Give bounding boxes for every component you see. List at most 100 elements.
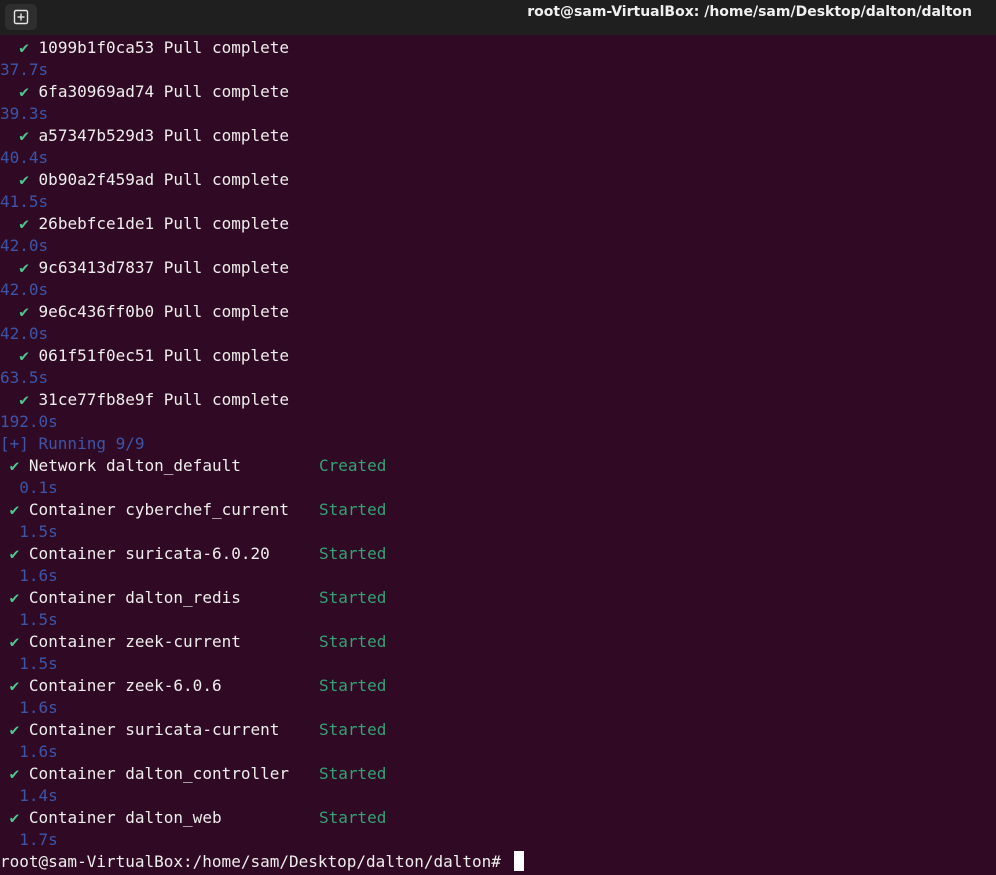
pull-duration: 192.0s	[0, 412, 58, 431]
running-status: [+] Running 9/9	[0, 434, 145, 453]
pull-status: Pull complete	[163, 214, 290, 233]
check-icon: ✔	[9, 544, 20, 563]
resource-status: Started	[319, 808, 387, 827]
resource-timing-line: 1.7s	[0, 829, 996, 851]
check-icon: ✔	[19, 126, 29, 145]
running-header: [+] Running 9/9	[0, 433, 996, 455]
resource-line: ✔ Network dalton_default Created	[0, 455, 996, 477]
pull-status: Pull complete	[163, 82, 290, 101]
pull-line: ✔ 31ce77fb8e9f Pull complete	[0, 389, 996, 411]
pull-status: Pull complete	[163, 38, 290, 57]
resource-name: Container dalton_controller	[28, 764, 290, 783]
resource-duration: 1.7s	[19, 830, 58, 849]
new-tab-button[interactable]	[5, 4, 37, 30]
layer-id: 31ce77fb8e9f	[38, 390, 155, 409]
terminal-window: root@sam-VirtualBox: /home/sam/Desktop/d…	[0, 0, 996, 875]
pull-status: Pull complete	[163, 302, 290, 321]
pull-timing-line: 39.3s	[0, 103, 996, 125]
resource-duration: 1.5s	[19, 654, 58, 673]
resource-name: Container zeek-6.0.6	[28, 676, 222, 695]
resource-name: Container dalton_web	[28, 808, 222, 827]
check-icon: ✔	[19, 38, 29, 57]
check-icon: ✔	[19, 82, 29, 101]
resource-timing-line: 0.1s	[0, 477, 996, 499]
resource-status: Started	[319, 588, 387, 607]
resource-name: Container zeek-current	[28, 632, 241, 651]
resource-line: ✔ Container dalton_redis Started	[0, 587, 996, 609]
pull-duration: 40.4s	[0, 148, 49, 167]
pull-timing-line: 40.4s	[0, 147, 996, 169]
check-icon: ✔	[9, 632, 20, 651]
resource-status: Created	[319, 456, 387, 475]
pull-status: Pull complete	[163, 258, 290, 277]
check-icon: ✔	[9, 676, 20, 695]
check-icon: ✔	[9, 588, 20, 607]
resource-name: Container suricata-current	[28, 720, 280, 739]
pull-timing-line: 42.0s	[0, 323, 996, 345]
resource-name: Container cyberchef_current	[28, 500, 290, 519]
resource-line: ✔ Container zeek-current Started	[0, 631, 996, 653]
pull-timing-line: 42.0s	[0, 279, 996, 301]
resource-timing-line: 1.6s	[0, 697, 996, 719]
pull-line: ✔ 9e6c436ff0b0 Pull complete	[0, 301, 996, 323]
title-bar: root@sam-VirtualBox: /home/sam/Desktop/d…	[0, 0, 996, 35]
resource-line: ✔ Container dalton_controller Started	[0, 763, 996, 785]
resource-status: Started	[319, 676, 387, 695]
resource-name: Network dalton_default	[28, 456, 241, 475]
resource-line: ✔ Container cyberchef_current Started	[0, 499, 996, 521]
pull-duration: 41.5s	[0, 192, 49, 211]
layer-id: 061f51f0ec51	[38, 346, 155, 365]
resource-duration: 1.6s	[19, 698, 58, 717]
resource-status: Started	[319, 500, 387, 519]
pull-status: Pull complete	[163, 170, 290, 189]
resource-line: ✔ Container zeek-6.0.6 Started	[0, 675, 996, 697]
resource-status: Started	[319, 544, 387, 563]
resource-timing-line: 1.6s	[0, 565, 996, 587]
pull-timing-line: 42.0s	[0, 235, 996, 257]
prompt-line: root@sam-VirtualBox:/home/sam/Desktop/da…	[0, 851, 996, 873]
check-icon: ✔	[19, 214, 29, 233]
pull-status: Pull complete	[163, 126, 290, 145]
resource-line: ✔ Container dalton_web Started	[0, 807, 996, 829]
check-icon: ✔	[19, 258, 29, 277]
layer-id: 6fa30969ad74	[38, 82, 155, 101]
new-tab-icon	[13, 9, 29, 25]
resource-duration: 1.6s	[19, 566, 58, 585]
resource-timing-line: 1.4s	[0, 785, 996, 807]
resource-duration: 1.5s	[19, 522, 58, 541]
window-title: root@sam-VirtualBox: /home/sam/Desktop/d…	[527, 4, 972, 20]
pull-duration: 63.5s	[0, 368, 49, 387]
check-icon: ✔	[9, 808, 20, 827]
check-icon: ✔	[9, 500, 20, 519]
pull-line: ✔ 6fa30969ad74 Pull complete	[0, 81, 996, 103]
resource-name: Container suricata-6.0.20	[28, 544, 270, 563]
pull-duration: 37.7s	[0, 60, 49, 79]
resource-duration: 1.5s	[19, 610, 58, 629]
terminal-output[interactable]: ✔ 1099b1f0ca53 Pull complete 37.7s ✔ 6fa3…	[0, 37, 996, 875]
pull-timing-line: 41.5s	[0, 191, 996, 213]
check-icon: ✔	[9, 456, 20, 475]
pull-line: ✔ 061f51f0ec51 Pull complete	[0, 345, 996, 367]
resource-timing-line: 1.5s	[0, 653, 996, 675]
check-icon: ✔	[19, 170, 29, 189]
resource-status: Started	[319, 764, 387, 783]
check-icon: ✔	[9, 720, 20, 739]
pull-status: Pull complete	[163, 346, 290, 365]
resource-name: Container dalton_redis	[28, 588, 241, 607]
check-icon: ✔	[19, 346, 29, 365]
pull-timing-line: 37.7s	[0, 59, 996, 81]
pull-duration: 42.0s	[0, 324, 49, 343]
pull-timing-line: 63.5s	[0, 367, 996, 389]
layer-id: 9e6c436ff0b0	[38, 302, 155, 321]
resource-duration: 0.1s	[19, 478, 58, 497]
check-icon: ✔	[9, 764, 20, 783]
text-cursor[interactable]	[513, 851, 524, 871]
pull-duration: 42.0s	[0, 280, 49, 299]
resource-status: Started	[319, 720, 387, 739]
resource-duration: 1.4s	[19, 786, 58, 805]
pull-line: ✔ 0b90a2f459ad Pull complete	[0, 169, 996, 191]
pull-timing-line: 192.0s	[0, 411, 996, 433]
layer-id: 26bebfce1de1	[38, 214, 155, 233]
layer-id: a57347b529d3	[38, 126, 155, 145]
resource-timing-line: 1.5s	[0, 521, 996, 543]
